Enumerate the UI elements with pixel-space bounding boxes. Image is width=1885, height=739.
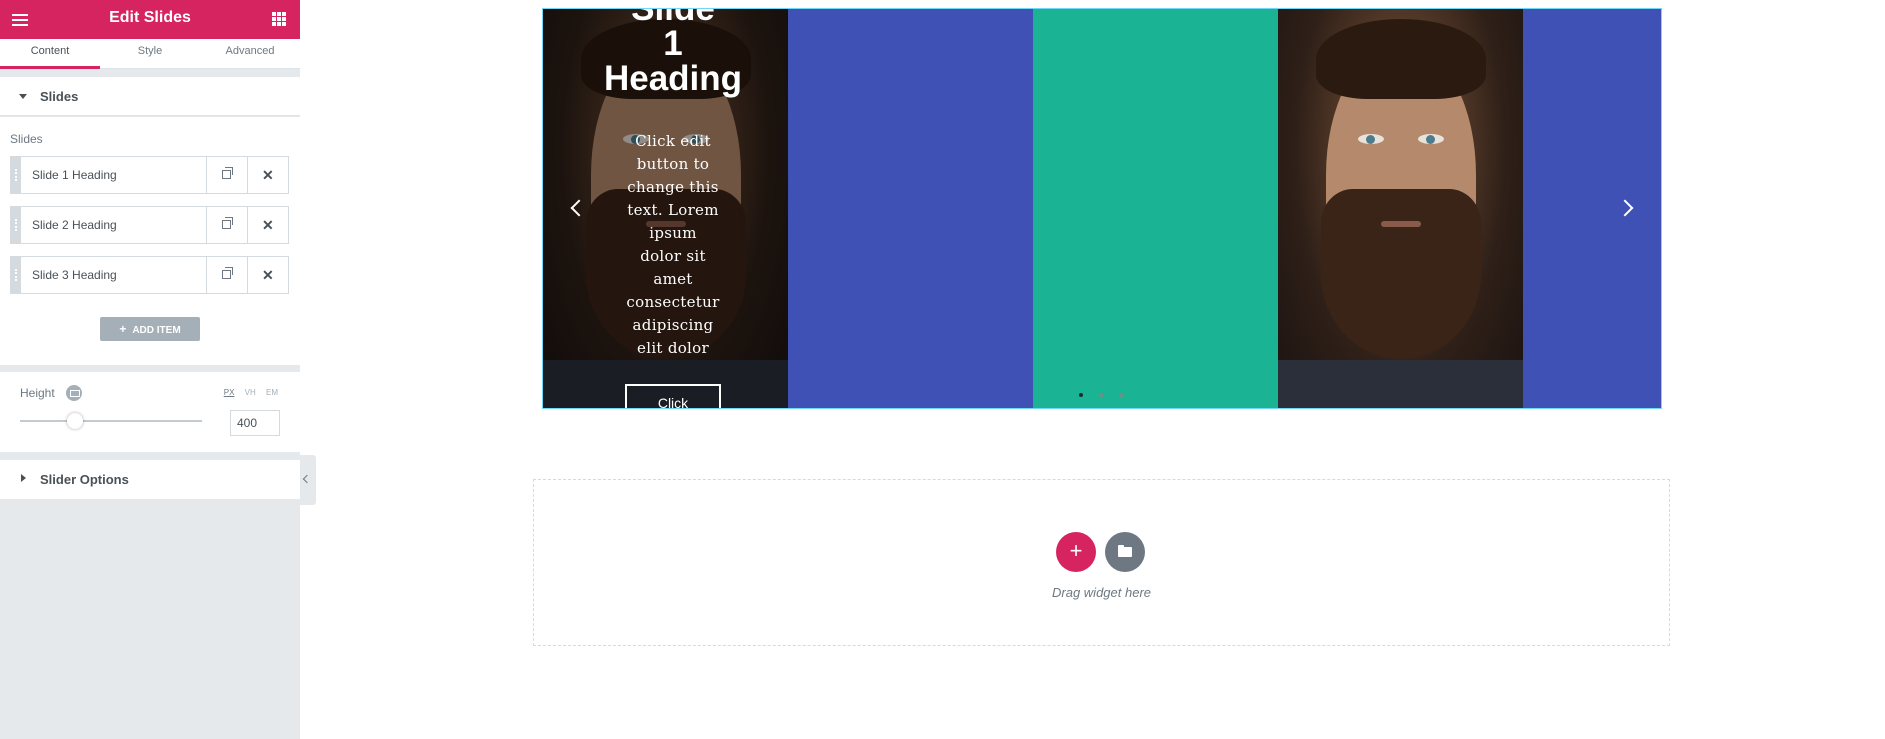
slide-description: Click edit button to change this text. L… [603, 130, 743, 360]
unit-em[interactable]: EM [266, 388, 278, 397]
slide-heading: Slide 1 Heading [603, 9, 743, 96]
tab-advanced[interactable]: Advanced [200, 39, 300, 69]
slide-5 [1523, 9, 1661, 408]
unit-vh[interactable]: VH [245, 388, 256, 397]
slide-description-line: adipiscing [632, 316, 714, 334]
unit-switcher: PX VH EM [216, 388, 278, 397]
remove-button[interactable]: ✕ [247, 207, 288, 243]
slide-description-line: consectetur [626, 293, 720, 311]
slide-description-line: Click edit [635, 132, 711, 150]
slider-options-title: Slider Options [40, 472, 129, 487]
repeater-item[interactable]: Slide 1 Heading ✕ [10, 156, 289, 194]
repeater-item[interactable]: Slide 3 Heading ✕ [10, 256, 289, 294]
repeater-item-title[interactable]: Slide 1 Heading [32, 168, 117, 182]
drag-handle-icon[interactable] [11, 207, 21, 243]
duplicate-button[interactable] [206, 257, 247, 293]
add-item-button[interactable]: + ADD ITEM [100, 317, 200, 341]
slide-4 [1278, 9, 1523, 408]
editor-panel: Edit Slides Content Style Advanced Slide… [0, 0, 300, 739]
portrait-image [1315, 19, 1486, 359]
slide-description-line: dolor sit [640, 247, 706, 265]
slide-description-line: ipsum [649, 224, 697, 242]
slider-handle[interactable] [66, 413, 83, 429]
slide-button[interactable]: Click [625, 384, 721, 408]
responsive-desktop-icon[interactable] [66, 385, 82, 401]
drag-handle-icon[interactable] [11, 157, 21, 193]
add-section-button[interactable]: + [1056, 532, 1096, 572]
tab-style[interactable]: Style [100, 39, 200, 69]
widgets-grid-icon[interactable] [272, 12, 286, 26]
collapse-panel-button[interactable] [300, 455, 316, 505]
drag-handle-icon[interactable] [11, 257, 21, 293]
caret-down-icon [19, 94, 27, 99]
slide-description-line: amet [653, 270, 693, 288]
repeater-item[interactable]: Slide 2 Heading ✕ [10, 206, 289, 244]
slide-heading-line: 1 [663, 24, 683, 63]
slide-content: Slide 1 Heading Click edit button to cha… [603, 9, 743, 408]
pagination-dot[interactable] [1099, 393, 1103, 397]
slides-control-label: Slides [10, 132, 43, 146]
dropzone-text: Drag widget here [1052, 585, 1151, 600]
tab-content[interactable]: Content [0, 39, 100, 69]
slide-description-line: button to [636, 155, 710, 173]
add-template-button[interactable] [1105, 532, 1145, 572]
pagination-dot[interactable] [1079, 393, 1083, 397]
duplicate-button[interactable] [206, 157, 247, 193]
panel-header: Edit Slides [0, 0, 300, 39]
slide-description-line: text. Lorem [627, 201, 719, 219]
duplicate-button[interactable] [206, 207, 247, 243]
unit-px[interactable]: PX [224, 388, 235, 397]
slider-options-section-header[interactable]: Slider Options [0, 460, 300, 499]
panel-tabs: Content Style Advanced [0, 39, 300, 69]
repeater-item-title[interactable]: Slide 2 Heading [32, 218, 117, 232]
add-item-label: ADD ITEM [132, 325, 181, 336]
slides-section-title: Slides [40, 89, 79, 104]
slides-section-header[interactable]: Slides [0, 77, 300, 116]
slide-3 [1033, 9, 1278, 408]
copy-icon [222, 267, 233, 279]
plus-icon: + [119, 322, 127, 336]
height-label: Height [20, 386, 55, 400]
empty-section-dropzone[interactable]: + Drag widget here [533, 479, 1670, 646]
close-icon: ✕ [262, 217, 274, 233]
slide-description-line: elit dolor [637, 339, 709, 357]
remove-button[interactable]: ✕ [247, 257, 288, 293]
remove-button[interactable]: ✕ [247, 157, 288, 193]
height-slider[interactable] [20, 413, 202, 429]
plus-icon: + [1069, 538, 1083, 563]
copy-icon [222, 217, 233, 229]
close-icon: ✕ [262, 267, 274, 283]
height-input[interactable]: 400 [230, 410, 280, 436]
folder-icon [1118, 545, 1132, 557]
pagination-dot[interactable] [1119, 393, 1123, 397]
slides-section-body: Slides Slide 1 Heading ✕ Slide 2 Heading… [0, 117, 300, 365]
slides-widget[interactable]: Slide 1 Heading Click edit button to cha… [542, 8, 1662, 409]
copy-icon [222, 167, 233, 179]
close-icon: ✕ [262, 167, 274, 183]
slide-heading-line: Heading [603, 59, 743, 98]
height-control: Height PX VH EM 400 [0, 372, 300, 452]
slide-2 [788, 9, 1033, 408]
repeater-item-title[interactable]: Slide 3 Heading [32, 268, 117, 282]
panel-title: Edit Slides [109, 9, 191, 26]
slide-description-line: change this [627, 178, 719, 196]
caret-right-icon [21, 474, 26, 482]
